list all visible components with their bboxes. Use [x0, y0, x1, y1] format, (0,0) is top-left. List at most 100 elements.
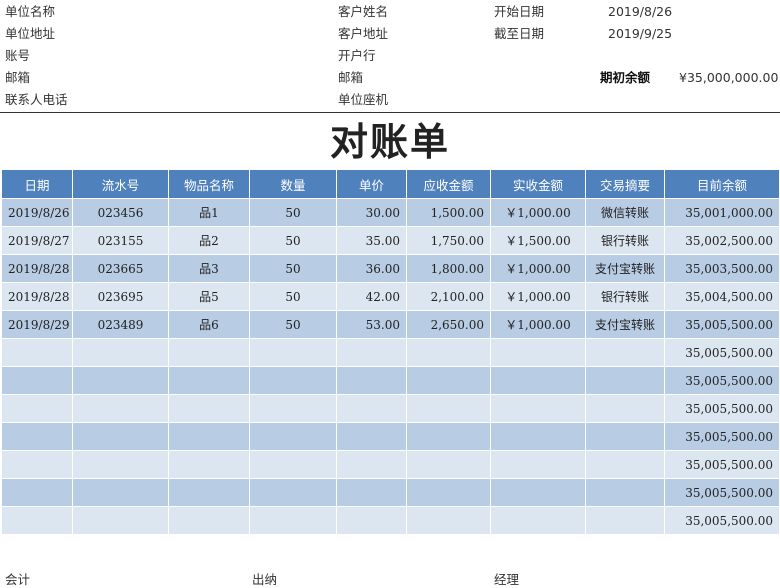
table-cell: 35,001,000.00 [664, 198, 780, 227]
page-title: 对账单 [329, 120, 450, 164]
info-middle-1: 客户地址 [338, 26, 389, 41]
table-cell: 36.00 [336, 254, 407, 283]
table-cell: 品2 [168, 226, 250, 255]
table-cell [72, 422, 169, 451]
table-row: 2019/8/28 023695 品5 50 42.00 2,100.00 ￥1,000.0… [1, 282, 780, 311]
opening-balance-value: ¥35,000,000.00 [679, 70, 779, 85]
table-cell: 35,002,500.00 [664, 226, 780, 255]
table-cell [72, 394, 169, 423]
info-left-1: 单位地址 [5, 26, 56, 41]
table-cell [336, 366, 407, 395]
table-header-row: 日期 流水号 物品名称 数量 单价 应收金额 实收金额 交易摘要 目前余额 [1, 169, 780, 199]
table-cell [490, 450, 586, 479]
end-date-label: 截至日期 [494, 26, 545, 41]
info-middle-2: 开户行 [338, 48, 376, 63]
table-cell [168, 478, 250, 507]
column-header-unit-price: 单价 [336, 169, 407, 199]
table-cell [490, 422, 586, 451]
table-cell [336, 506, 407, 535]
info-middle-0: 客户姓名 [338, 4, 389, 19]
column-header-summary: 交易摘要 [585, 169, 665, 199]
table-cell [336, 450, 407, 479]
table-cell: 023489 [72, 310, 169, 339]
table-cell: 35,005,500.00 [664, 478, 780, 507]
table-row: 2019/8/28 023665 品3 50 36.00 1,800.00 ￥1,000.0… [1, 254, 780, 283]
table-cell [1, 366, 73, 395]
table-cell [168, 506, 250, 535]
table-cell [585, 366, 665, 395]
table-cell [1, 422, 73, 451]
table-cell [490, 338, 586, 367]
table-cell [406, 422, 491, 451]
table-cell [1, 394, 73, 423]
table-cell: 支付宝转账 [585, 254, 665, 283]
table-cell [1, 450, 73, 479]
table-cell [1, 338, 73, 367]
table-cell: 53.00 [336, 310, 407, 339]
table-cell [406, 338, 491, 367]
table-cell [490, 394, 586, 423]
table-cell [336, 394, 407, 423]
table-cell [490, 478, 586, 507]
table-cell [336, 338, 407, 367]
table-cell: 1,500.00 [406, 198, 491, 227]
table-cell: 2019/8/28 [1, 282, 73, 311]
table-cell: ￥1,000.00 [490, 282, 586, 311]
table-cell [490, 366, 586, 395]
table-cell [168, 422, 250, 451]
table-cell: 品6 [168, 310, 250, 339]
table-cell [72, 366, 169, 395]
table-cell: ￥1,000.00 [490, 310, 586, 339]
statement-table: 日期 流水号 物品名称 数量 单价 应收金额 实收金额 交易摘要 目前余额 20… [1, 169, 780, 535]
table-cell [490, 506, 586, 535]
table-cell [249, 506, 337, 535]
table-cell [585, 338, 665, 367]
signature-manager: 经理 [494, 572, 520, 587]
info-middle-3: 邮箱 [338, 70, 364, 85]
table-cell: 50 [249, 254, 337, 283]
column-header-item-name: 物品名称 [168, 169, 250, 199]
table-cell [72, 506, 169, 535]
table-cell: 30.00 [336, 198, 407, 227]
table-cell [406, 478, 491, 507]
table-cell: 银行转账 [585, 226, 665, 255]
table-cell: 1,800.00 [406, 254, 491, 283]
table-cell [249, 366, 337, 395]
table-cell: 35,004,500.00 [664, 282, 780, 311]
table-cell: 2,650.00 [406, 310, 491, 339]
table-cell: 50 [249, 310, 337, 339]
table-row: 35,005,500.00 [1, 478, 780, 507]
info-left-4: 联系人电话 [5, 92, 68, 107]
table-cell: 35,005,500.00 [664, 310, 780, 339]
column-header-serial: 流水号 [72, 169, 169, 199]
table-cell [249, 394, 337, 423]
column-header-received: 实收金额 [490, 169, 586, 199]
table-cell: 35.00 [336, 226, 407, 255]
table-cell [168, 394, 250, 423]
table-cell [168, 366, 250, 395]
table-cell: 023665 [72, 254, 169, 283]
table-cell: 42.00 [336, 282, 407, 311]
info-left-0: 单位名称 [5, 4, 56, 19]
table-cell: ￥1,500.00 [490, 226, 586, 255]
table-cell [336, 422, 407, 451]
table-cell [72, 478, 169, 507]
table-cell: 2,100.00 [406, 282, 491, 311]
signature-cashier: 出纳 [252, 572, 278, 587]
table-cell [249, 450, 337, 479]
table-cell [168, 450, 250, 479]
table-cell: 2019/8/28 [1, 254, 73, 283]
table-cell [249, 422, 337, 451]
table-cell: 35,005,500.00 [664, 422, 780, 451]
table-cell: 微信转账 [585, 198, 665, 227]
table-row: 35,005,500.00 [1, 506, 780, 535]
table-cell: 35,003,500.00 [664, 254, 780, 283]
table-cell [406, 450, 491, 479]
table-cell: 35,005,500.00 [664, 450, 780, 479]
table-cell [585, 478, 665, 507]
table-cell [406, 366, 491, 395]
start-date-value: 2019/8/26 [608, 4, 673, 19]
info-left-3: 邮箱 [5, 70, 31, 85]
column-header-receivable: 应收金额 [406, 169, 491, 199]
table-cell [168, 338, 250, 367]
